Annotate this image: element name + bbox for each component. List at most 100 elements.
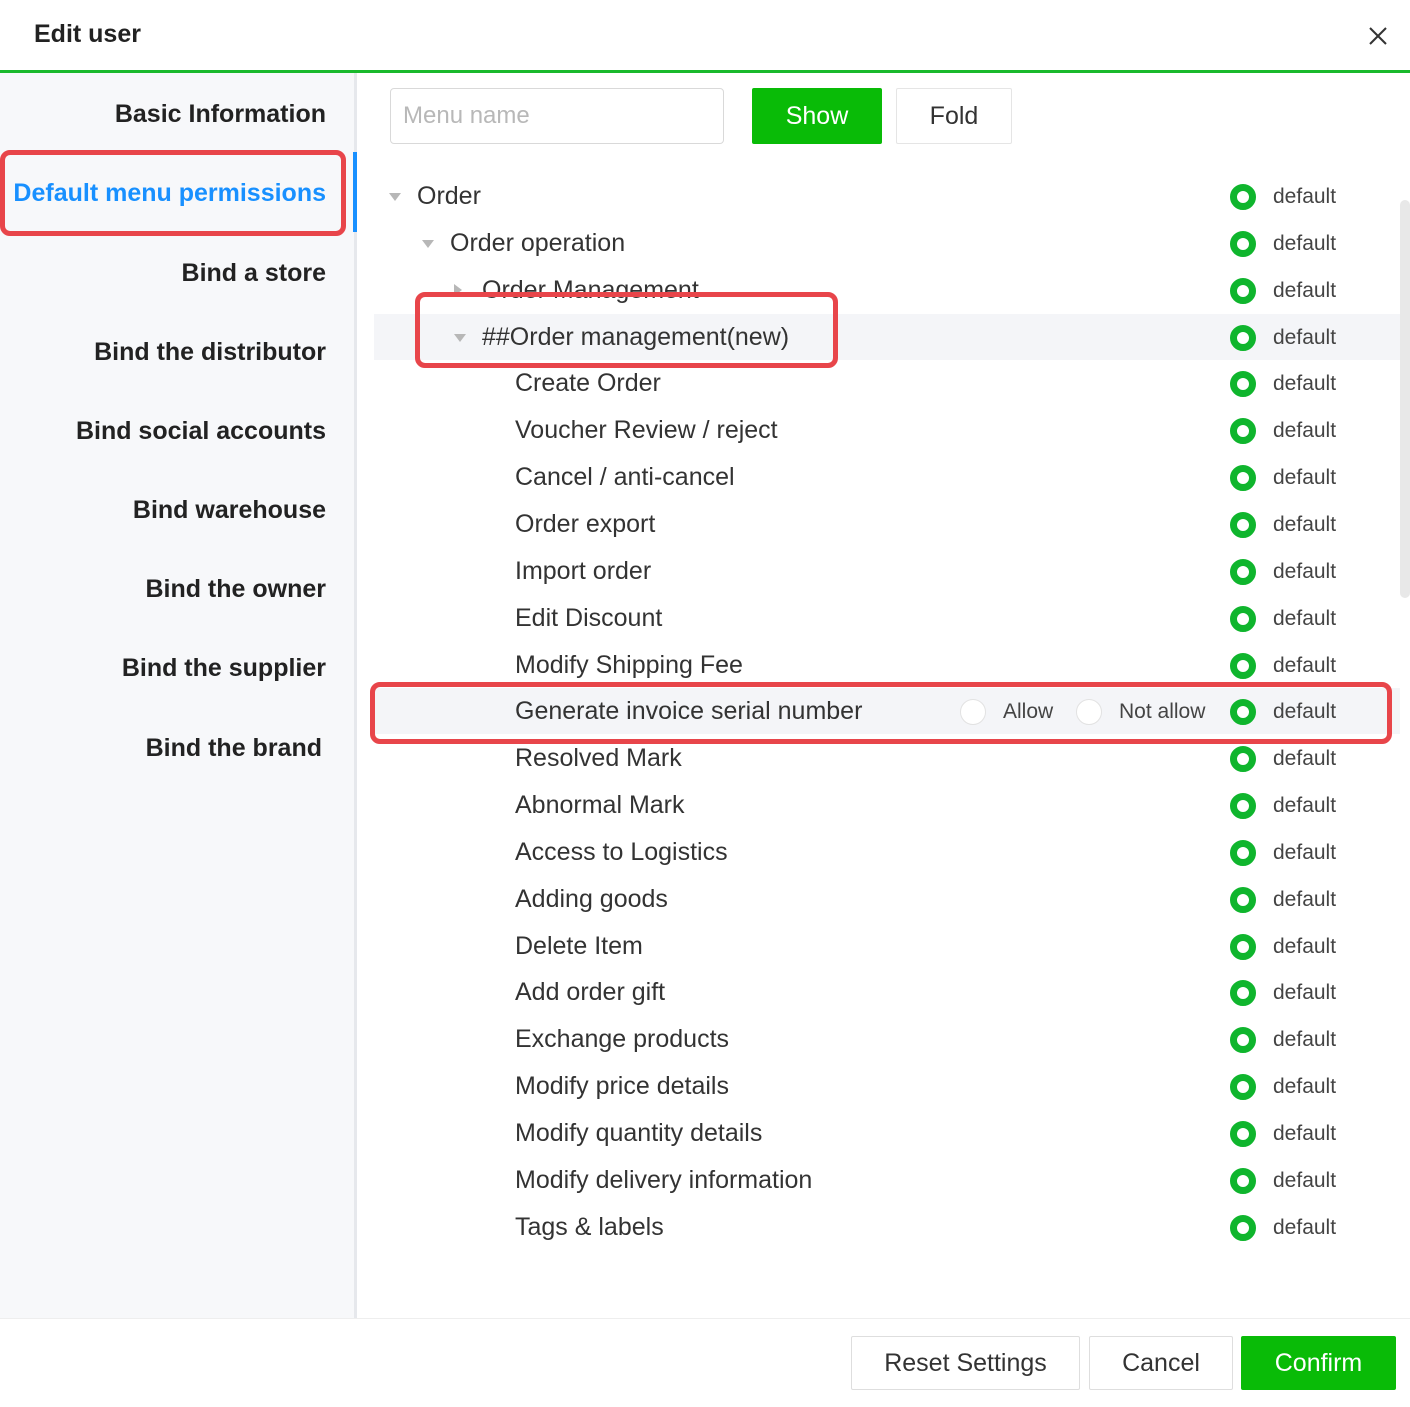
- default-radio-selected[interactable]: [1230, 1121, 1256, 1147]
- tree-row[interactable]: Delete Item default: [374, 923, 1400, 969]
- tree-row[interactable]: Edit Discount default: [374, 595, 1400, 641]
- default-radio-selected[interactable]: [1230, 699, 1256, 726]
- show-button[interactable]: Show: [752, 88, 882, 144]
- default-radio-selected[interactable]: [1230, 1027, 1256, 1054]
- caret-right-icon[interactable]: [454, 283, 462, 296]
- close-icon[interactable]: [1364, 22, 1392, 50]
- default-label: default: [1273, 606, 1337, 630]
- default-radio-selected[interactable]: [1230, 1214, 1256, 1241]
- tree-row-label: Exchange products: [515, 1025, 730, 1054]
- tree-row[interactable]: Voucher Review / reject default: [374, 407, 1400, 453]
- tree-row-label: ##Order management(new): [482, 322, 790, 351]
- default-radio-selected[interactable]: [1230, 558, 1256, 585]
- sidebar-item-basic-information[interactable]: Basic Information: [115, 100, 326, 129]
- sidebar-item-default-menu-permissions[interactable]: Default menu permissions: [13, 179, 326, 208]
- not-allow-label: Not allow: [1119, 700, 1206, 724]
- default-label: default: [1273, 466, 1337, 490]
- not-allow-radio[interactable]: [1076, 699, 1102, 726]
- tree-row[interactable]: Cancel / anti-cancel default: [374, 454, 1400, 500]
- tree-row[interactable]: Modify delivery information default: [374, 1157, 1400, 1203]
- tree-row[interactable]: Add order gift default: [374, 969, 1400, 1015]
- tree-row[interactable]: Modify quantity details default: [374, 1110, 1400, 1156]
- tree-row-label: Modify price details: [515, 1072, 729, 1101]
- default-radio-selected[interactable]: [1230, 980, 1256, 1007]
- default-radio-selected[interactable]: [1230, 839, 1256, 866]
- tree-row-label: Generate invoice serial number: [515, 697, 863, 726]
- tree-row[interactable]: Abnormal Mark default: [374, 782, 1400, 828]
- tree-row[interactable]: Generate invoice serial number Allow Not a…: [374, 688, 1400, 735]
- tree-row[interactable]: ##Order management(new) default: [374, 313, 1400, 360]
- default-radio-selected[interactable]: [1230, 886, 1256, 913]
- tree-row[interactable]: Order default: [374, 182, 1400, 219]
- tree-row[interactable]: Order Management default: [374, 267, 1400, 313]
- default-radio-selected[interactable]: [1230, 277, 1256, 304]
- default-label: default: [1273, 372, 1337, 396]
- default-label: default: [1273, 185, 1337, 208]
- caret-down-icon[interactable]: [389, 193, 401, 201]
- default-label: default: [1273, 278, 1337, 302]
- allow-label: Allow: [1003, 700, 1054, 724]
- menu-name-search-input[interactable]: [390, 88, 724, 144]
- tree-row[interactable]: Import order default: [374, 548, 1400, 594]
- tree-row[interactable]: Create Order default: [374, 360, 1400, 406]
- tree-row-label: Cancel / anti-cancel: [515, 463, 735, 492]
- fold-button[interactable]: Fold: [896, 88, 1012, 144]
- tree-row-label: Add order gift: [515, 978, 666, 1007]
- tree-row[interactable]: Resolved Mark default: [374, 735, 1400, 781]
- sidebar-item-bind-brand[interactable]: Bind the brand: [146, 734, 322, 763]
- tree-row[interactable]: Order export default: [374, 501, 1400, 547]
- default-radio-selected[interactable]: [1230, 511, 1256, 538]
- tree-row-label: Modify delivery information: [515, 1165, 813, 1194]
- tree-row-label: Create Order: [515, 369, 661, 398]
- default-label: default: [1273, 981, 1337, 1005]
- default-radio-selected[interactable]: [1230, 793, 1256, 820]
- tree-row[interactable]: Modify Shipping Fee default: [374, 642, 1400, 688]
- default-radio-selected[interactable]: [1230, 324, 1256, 351]
- default-radio-selected[interactable]: [1230, 230, 1256, 257]
- sidebar-item-bind-store[interactable]: Bind a store: [182, 259, 326, 288]
- sidebar-item-bind-warehouse[interactable]: Bind warehouse: [133, 496, 326, 525]
- tree-row-label: Edit Discount: [515, 603, 663, 632]
- default-radio-selected[interactable]: [1230, 605, 1256, 632]
- default-radio-selected[interactable]: [1230, 746, 1256, 773]
- cancel-button[interactable]: Cancel: [1089, 1336, 1233, 1390]
- allow-radio[interactable]: [960, 699, 986, 726]
- tree-row-label: Order: [417, 182, 481, 210]
- tree-row[interactable]: Tags & labels default: [374, 1204, 1400, 1250]
- default-label: default: [1273, 794, 1337, 818]
- caret-down-icon[interactable]: [454, 333, 466, 342]
- confirm-button[interactable]: Confirm: [1241, 1336, 1396, 1390]
- default-label: default: [1273, 747, 1337, 771]
- caret-down-icon[interactable]: [422, 239, 434, 248]
- tree-row-label: Order Management: [482, 275, 699, 304]
- dialog-header: Edit user: [0, 0, 1410, 73]
- default-label: default: [1273, 419, 1337, 443]
- scrollbar-thumb[interactable]: [1400, 200, 1410, 598]
- tree-row[interactable]: Adding goods default: [374, 876, 1400, 922]
- permission-tree: Order default Order operation default Order …: [374, 182, 1400, 1282]
- default-label: default: [1273, 231, 1337, 255]
- default-radio-selected[interactable]: [1230, 184, 1256, 210]
- default-label: default: [1273, 887, 1337, 911]
- default-label: default: [1273, 1122, 1337, 1145]
- sidebar-item-bind-supplier[interactable]: Bind the supplier: [122, 654, 326, 683]
- reset-settings-button[interactable]: Reset Settings: [851, 1336, 1080, 1390]
- sidebar-item-bind-social-accounts[interactable]: Bind social accounts: [76, 417, 326, 446]
- default-radio-selected[interactable]: [1230, 652, 1256, 679]
- sidebar-item-bind-distributor[interactable]: Bind the distributor: [94, 338, 326, 367]
- default-radio-selected[interactable]: [1230, 371, 1256, 398]
- sidebar-item-bind-owner[interactable]: Bind the owner: [145, 575, 326, 604]
- tree-row[interactable]: Order operation default: [374, 220, 1400, 266]
- default-label: default: [1273, 700, 1337, 724]
- default-radio-selected[interactable]: [1230, 1074, 1256, 1101]
- tree-row[interactable]: Modify price details default: [374, 1063, 1400, 1109]
- default-radio-selected[interactable]: [1230, 465, 1256, 492]
- tree-row[interactable]: Exchange products default: [374, 1016, 1400, 1062]
- default-radio-selected[interactable]: [1230, 933, 1256, 960]
- default-radio-selected[interactable]: [1230, 1167, 1256, 1194]
- default-label: default: [1273, 559, 1337, 583]
- default-label: default: [1273, 512, 1337, 536]
- default-radio-selected[interactable]: [1230, 418, 1256, 445]
- dialog-title: Edit user: [34, 20, 141, 48]
- tree-row[interactable]: Access to Logistics default: [374, 829, 1400, 875]
